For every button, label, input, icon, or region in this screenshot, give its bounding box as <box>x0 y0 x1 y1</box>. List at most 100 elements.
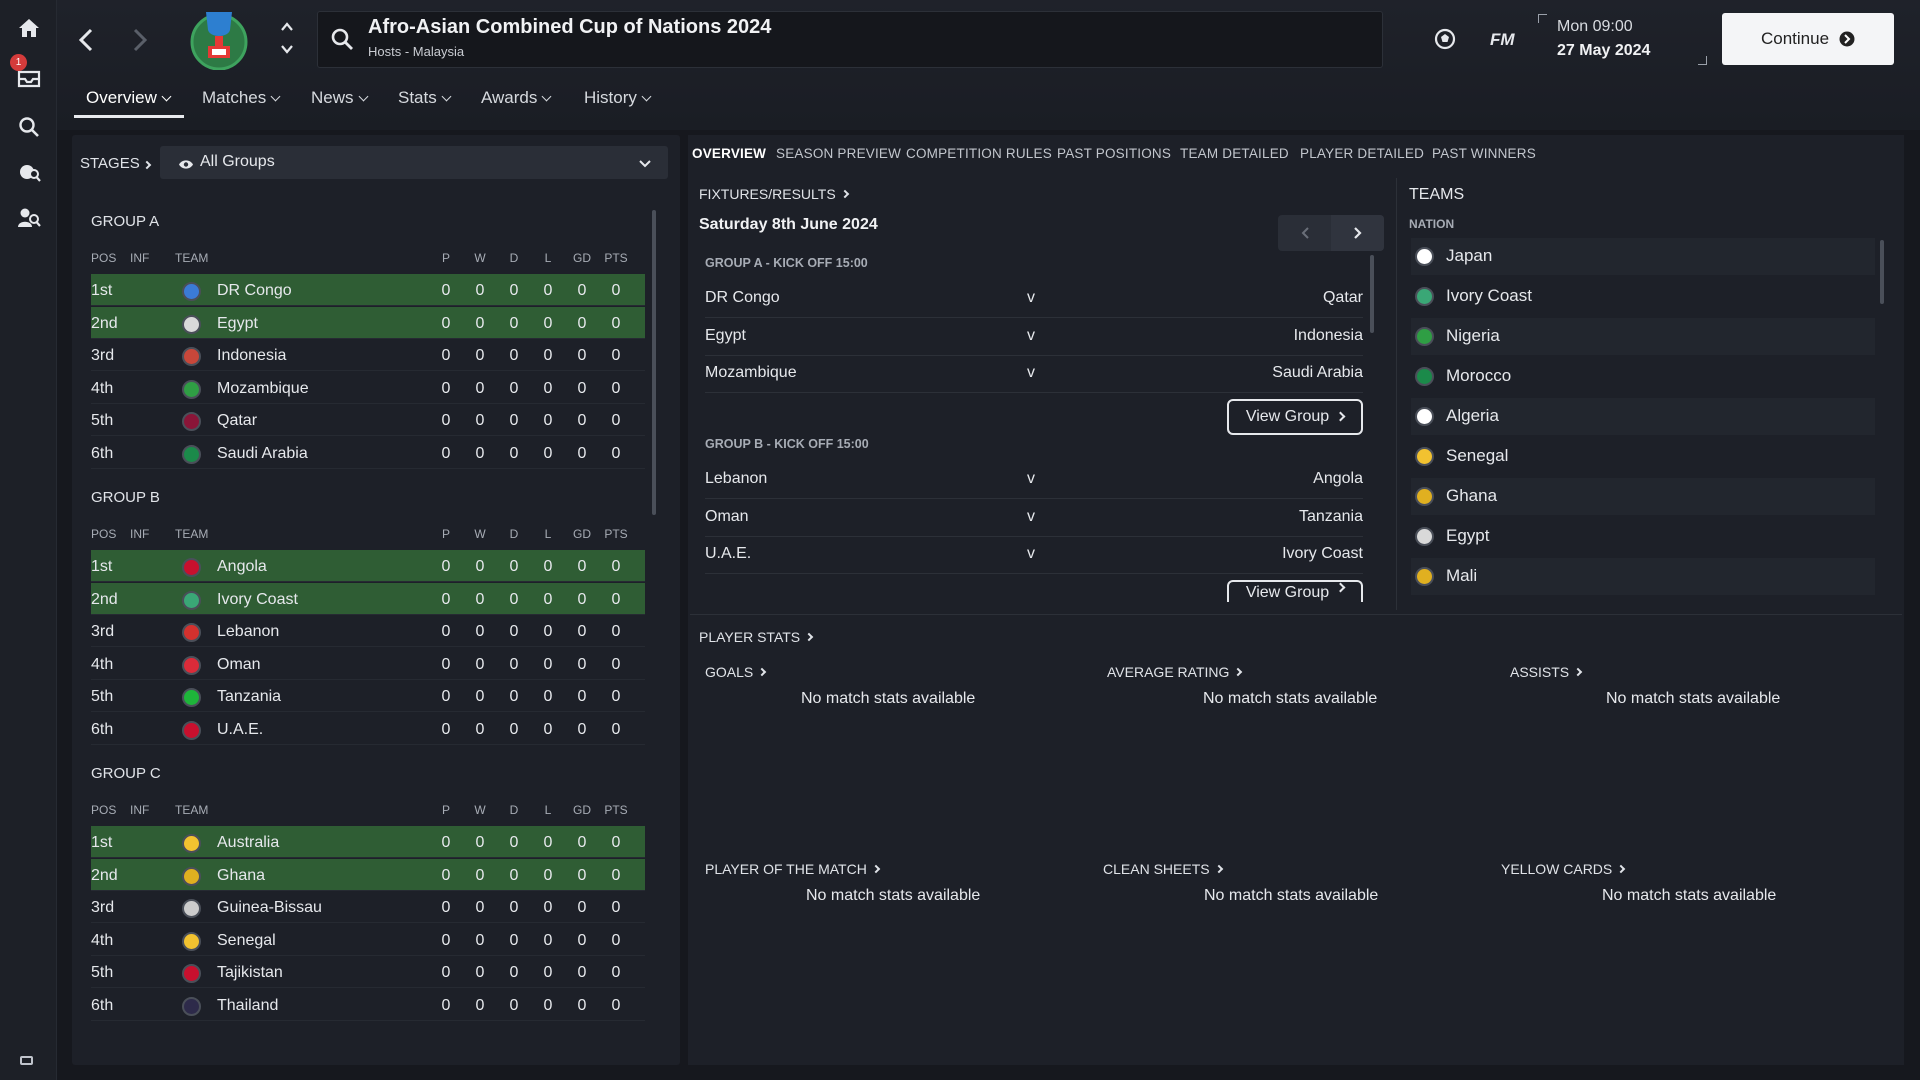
team-name-cell[interactable]: Senegal <box>217 932 276 950</box>
stat-block-assists-link[interactable]: ASSISTS <box>1510 664 1583 680</box>
subtab-past-positions[interactable]: PAST POSITIONS <box>1057 146 1171 161</box>
continue-button[interactable]: Continue <box>1722 13 1894 65</box>
competition-switch-icon[interactable] <box>280 20 294 61</box>
fixtures-results-link[interactable]: FIXTURES/RESULTS <box>699 186 849 202</box>
away-team[interactable]: Indonesia <box>1294 327 1363 345</box>
fixture-row[interactable]: Egypt v Indonesia <box>705 319 1363 356</box>
football-icon[interactable] <box>1433 27 1457 56</box>
stat-block-yellow-cards-link[interactable]: YELLOW CARDS <box>1501 861 1626 877</box>
away-team[interactable]: Qatar <box>1323 289 1363 307</box>
search-icon[interactable] <box>14 112 44 142</box>
table-row[interactable]: 4th Mozambique 0 0 0 0 0 0 <box>91 372 645 404</box>
stat-block-player-of-the-match-link[interactable]: PLAYER OF THE MATCH <box>705 861 881 877</box>
away-team[interactable]: Angola <box>1313 470 1363 488</box>
away-team[interactable]: Ivory Coast <box>1282 545 1363 563</box>
team-list-item[interactable]: Japan <box>1411 238 1875 275</box>
away-team[interactable]: Saudi Arabia <box>1272 364 1363 382</box>
team-name-cell[interactable]: Tajikistan <box>217 964 283 982</box>
fixture-row[interactable]: Oman v Tanzania <box>705 500 1363 537</box>
tab-overview[interactable]: Overview <box>86 88 172 108</box>
table-row[interactable]: 5th Tajikistan 0 0 0 0 0 0 <box>91 956 645 988</box>
subtab-player-detailed[interactable]: PLAYER DETAILED <box>1300 146 1424 161</box>
stat-block-average-rating-link[interactable]: AVERAGE RATING <box>1107 664 1243 680</box>
tab-matches[interactable]: Matches <box>202 88 281 108</box>
team-list-item[interactable]: Mali <box>1411 558 1875 595</box>
home-team[interactable]: Mozambique <box>705 364 797 382</box>
stat-block-clean-sheets-link[interactable]: CLEAN SHEETS <box>1103 861 1223 877</box>
team-name-cell[interactable]: Lebanon <box>217 623 279 641</box>
home-team[interactable]: U.A.E. <box>705 545 751 563</box>
table-row[interactable]: 2nd Ivory Coast 0 0 0 0 0 0 <box>91 582 645 615</box>
stages-link[interactable]: STAGES <box>80 155 152 172</box>
fixture-row[interactable]: U.A.E. v Ivory Coast <box>705 537 1363 574</box>
home-team[interactable]: Lebanon <box>705 470 767 488</box>
team-name-cell[interactable]: Tanzania <box>217 688 281 706</box>
view-group-button[interactable]: View Group <box>1227 398 1363 435</box>
home-team[interactable]: Oman <box>705 508 749 526</box>
team-list-item[interactable]: Egypt <box>1411 518 1875 555</box>
player-stats-link[interactable]: PLAYER STATS <box>699 629 814 645</box>
table-row[interactable]: 6th Thailand 0 0 0 0 0 0 <box>91 989 645 1021</box>
table-row[interactable]: 1st Angola 0 0 0 0 0 0 <box>91 550 645 582</box>
table-row[interactable]: 5th Tanzania 0 0 0 0 0 0 <box>91 680 645 712</box>
status-icon[interactable] <box>20 1056 33 1065</box>
team-name-cell[interactable]: DR Congo <box>217 282 292 300</box>
team-name-cell[interactable]: U.A.E. <box>217 721 263 739</box>
team-name-cell[interactable]: Ghana <box>217 867 265 885</box>
table-row[interactable]: 3rd Indonesia 0 0 0 0 0 0 <box>91 339 645 371</box>
table-row[interactable]: 1st Australia 0 0 0 0 0 0 <box>91 826 645 858</box>
scouting-icon[interactable] <box>14 158 44 188</box>
table-row[interactable]: 6th Saudi Arabia 0 0 0 0 0 0 <box>91 437 645 469</box>
team-name-cell[interactable]: Mozambique <box>217 380 309 398</box>
back-arrow-icon[interactable] <box>68 22 104 58</box>
stat-block-goals-link[interactable]: GOALS <box>705 664 767 680</box>
subtab-past-winners[interactable]: PAST WINNERS <box>1432 146 1536 161</box>
team-list-item[interactable]: Ghana <box>1411 478 1875 515</box>
table-row[interactable]: 4th Senegal 0 0 0 0 0 0 <box>91 924 645 956</box>
team-name-cell[interactable]: Guinea-Bissau <box>217 899 322 917</box>
home-team[interactable]: Egypt <box>705 327 746 345</box>
fixture-row[interactable]: DR Congo v Qatar <box>705 281 1363 318</box>
fixture-row[interactable]: Lebanon v Angola <box>705 462 1363 499</box>
table-row[interactable]: 2nd Egypt 0 0 0 0 0 0 <box>91 306 645 339</box>
subtab-competition-rules[interactable]: COMPETITION RULES <box>906 146 1052 161</box>
table-row[interactable]: 3rd Guinea-Bissau 0 0 0 0 0 0 <box>91 891 645 923</box>
table-row[interactable]: 6th U.A.E. 0 0 0 0 0 0 <box>91 713 645 745</box>
team-name-cell[interactable]: Thailand <box>217 997 278 1015</box>
forward-arrow-icon[interactable] <box>122 22 158 58</box>
team-list-item[interactable]: Ivory Coast <box>1411 278 1875 315</box>
fm-logo[interactable]: FM <box>1490 30 1515 50</box>
team-name-cell[interactable]: Egypt <box>217 315 258 333</box>
table-row[interactable]: 3rd Lebanon 0 0 0 0 0 0 <box>91 615 645 647</box>
away-team[interactable]: Tanzania <box>1299 508 1363 526</box>
team-name-cell[interactable]: Saudi Arabia <box>217 445 308 463</box>
team-name-cell[interactable]: Ivory Coast <box>217 591 298 609</box>
team-list-item[interactable]: Nigeria <box>1411 318 1875 355</box>
tab-awards[interactable]: Awards <box>481 88 552 108</box>
team-list-item[interactable]: Senegal <box>1411 438 1875 475</box>
tab-history[interactable]: History <box>584 88 652 108</box>
team-name-cell[interactable]: Angola <box>217 558 267 576</box>
home-team[interactable]: DR Congo <box>705 289 780 307</box>
staff-search-icon[interactable] <box>14 203 44 233</box>
team-name-cell[interactable]: Oman <box>217 656 261 674</box>
teams-scrollbar[interactable] <box>1880 240 1884 304</box>
groups-dropdown[interactable]: All Groups <box>160 146 668 179</box>
fixture-row[interactable]: Mozambique v Saudi Arabia <box>705 356 1363 393</box>
team-list-item[interactable]: Algeria <box>1411 398 1875 435</box>
home-icon[interactable] <box>14 13 44 43</box>
left-scrollbar[interactable] <box>652 210 656 515</box>
team-name-cell[interactable]: Qatar <box>217 412 257 430</box>
team-name-cell[interactable]: Australia <box>217 834 279 852</box>
tab-stats[interactable]: Stats <box>398 88 452 108</box>
subtab-team-detailed[interactable]: TEAM DETAILED <box>1180 146 1289 161</box>
table-row[interactable]: 4th Oman 0 0 0 0 0 0 <box>91 648 645 680</box>
tab-news[interactable]: News <box>311 88 368 108</box>
table-row[interactable]: 1st DR Congo 0 0 0 0 0 0 <box>91 274 645 306</box>
fixtures-scrollbar[interactable] <box>1370 255 1374 333</box>
view-group-button[interactable]: View Group <box>1227 579 1363 602</box>
table-row[interactable]: 5th Qatar 0 0 0 0 0 0 <box>91 404 645 436</box>
next-date-button[interactable] <box>1331 215 1384 251</box>
team-name-cell[interactable]: Indonesia <box>217 347 286 365</box>
subtab-season-preview[interactable]: SEASON PREVIEW <box>776 146 901 161</box>
